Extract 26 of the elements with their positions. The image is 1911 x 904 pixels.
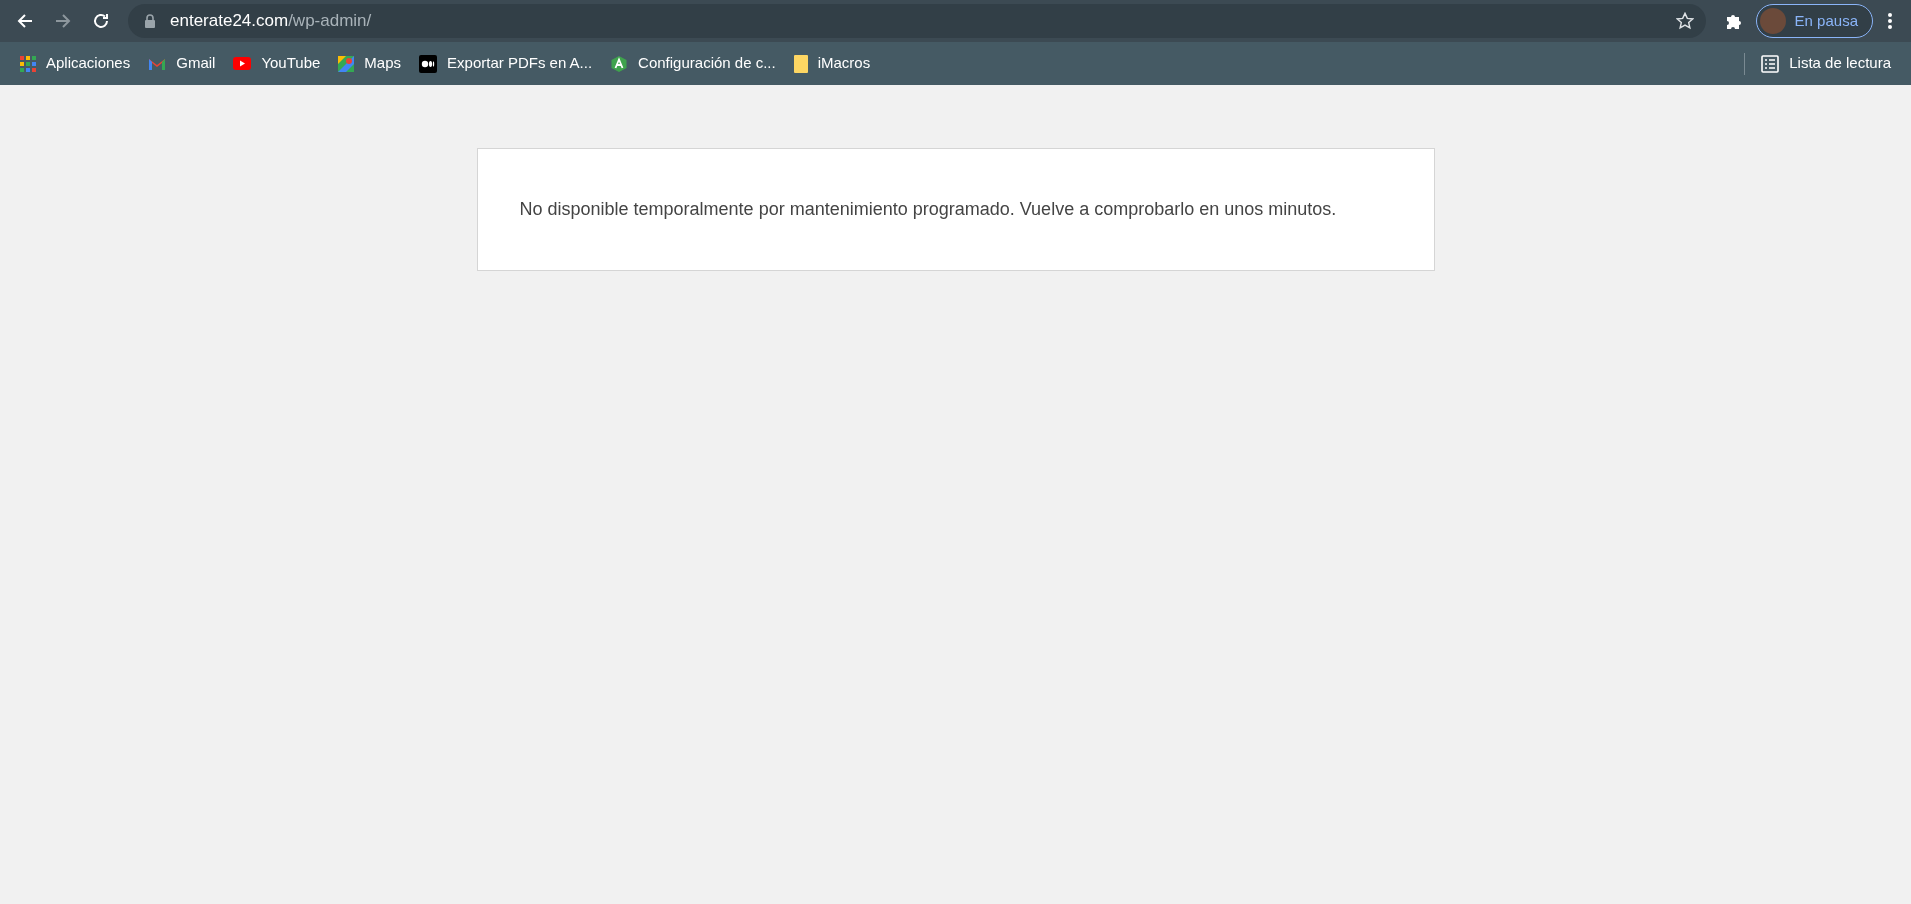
star-icon[interactable] <box>1675 12 1694 30</box>
play-icon <box>233 57 252 70</box>
forward-arrow-icon <box>54 12 72 30</box>
list-icon <box>1761 54 1780 73</box>
address-bar[interactable]: enterate24.com/wp-admin/ <box>128 4 1706 38</box>
bookmark-item[interactable]: YouTube <box>225 48 329 79</box>
menu-icon[interactable] <box>1887 12 1893 30</box>
reload-icon <box>92 12 110 30</box>
profile-button[interactable]: En pausa <box>1755 4 1873 38</box>
bookmark-item[interactable]: Gmail <box>140 48 224 79</box>
lock-icon <box>144 14 156 28</box>
reading-list-button[interactable]: Lista de lectura <box>1757 48 1895 79</box>
bookmark-item[interactable]: iMacros <box>785 48 879 79</box>
map-pin-icon <box>338 55 355 72</box>
note-icon <box>793 54 808 73</box>
bookmark-item[interactable]: Exportar PDFs en A... <box>411 48 601 79</box>
dots-icon <box>419 54 438 73</box>
envelope-icon <box>148 56 167 71</box>
bookmark-item[interactable]: Aplicaciones <box>12 48 139 79</box>
url-text: enterate24.com/wp-admin/ <box>170 10 372 33</box>
letter-a-icon <box>610 54 629 73</box>
maintenance-message: No disponible temporalmente por mantenimiento programado. Vuelve a comprobarlo en unos minutos. <box>519 198 1337 221</box>
back-arrow-icon <box>16 12 34 30</box>
bookmark-item[interactable]: Maps <box>330 48 410 79</box>
apps-grid-icon <box>20 55 36 72</box>
bookmark-item[interactable]: Configuración de c... <box>602 48 784 79</box>
